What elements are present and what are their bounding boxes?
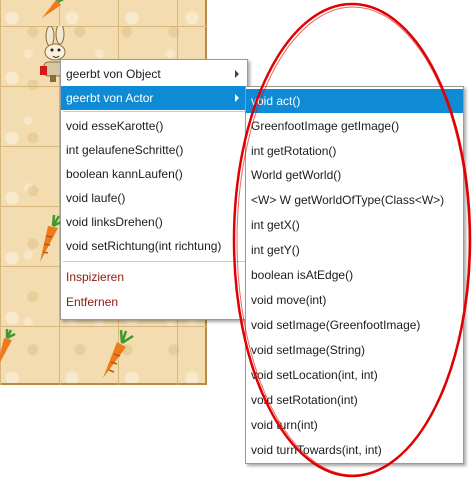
chevron-right-icon <box>235 94 239 102</box>
menu-item-inspect[interactable]: Inspizieren <box>61 265 247 289</box>
menu-item-set-location[interactable]: void setLocation(int, int) <box>246 363 463 387</box>
menu-item-inherited-object[interactable]: geerbt von Object <box>61 62 247 86</box>
menu-item-laufe[interactable]: void laufe() <box>61 186 247 210</box>
menu-item-kann-laufen[interactable]: boolean kannLaufen() <box>61 162 247 186</box>
grid-line <box>0 26 207 27</box>
menu-item-label: int getRotation() <box>251 144 337 158</box>
menu-item-label: Entfernen <box>66 295 119 309</box>
menu-item-label: void setImage(GreenfootImage) <box>251 318 421 332</box>
menu-item-get-world[interactable]: World getWorld() <box>246 163 463 187</box>
menu-item-label: void move(int) <box>251 293 327 307</box>
menu-item-turn-towards[interactable]: void turnTowards(int, int) <box>246 438 463 462</box>
menu-item-label: <W> W getWorldOfType(Class<W>) <box>251 193 445 207</box>
menu-item-set-rotation[interactable]: void setRotation(int) <box>246 388 463 412</box>
menu-item-label: void laufe() <box>66 191 126 205</box>
menu-item-set-image-greenfoot[interactable]: void setImage(GreenfootImage) <box>246 313 463 337</box>
actor-methods-submenu: void act() GreenfootImage getImage() int… <box>245 86 464 464</box>
chevron-right-icon <box>235 70 239 78</box>
menu-item-label: int getY() <box>251 243 300 257</box>
menu-item-move[interactable]: void move(int) <box>246 288 463 312</box>
menu-item-label: void act() <box>251 94 301 108</box>
menu-item-links-drehen[interactable]: void linksDrehen() <box>61 210 247 234</box>
menu-item-get-world-of-type[interactable]: <W> W getWorldOfType(Class<W>) <box>246 188 463 212</box>
menu-item-get-image[interactable]: GreenfootImage getImage() <box>246 114 463 138</box>
menu-item-label: boolean isAtEdge() <box>251 268 354 282</box>
menu-item-turn[interactable]: void turn(int) <box>246 413 463 437</box>
menu-item-label: boolean kannLaufen() <box>66 167 183 181</box>
menu-item-label: void setRotation(int) <box>251 393 358 407</box>
menu-item-label: void turn(int) <box>251 418 318 432</box>
menu-item-label: void setImage(String) <box>251 343 366 357</box>
grid-line <box>0 326 207 327</box>
menu-item-label: Inspizieren <box>66 270 125 284</box>
menu-item-is-at-edge[interactable]: boolean isAtEdge() <box>246 263 463 287</box>
carrot-icon[interactable] <box>0 328 18 372</box>
menu-item-get-y[interactable]: int getY() <box>246 238 463 262</box>
menu-item-label: GreenfootImage getImage() <box>251 119 400 133</box>
menu-item-label: void esseKarotte() <box>66 119 164 133</box>
carrot-icon[interactable] <box>36 0 66 20</box>
menu-item-set-richtung[interactable]: void setRichtung(int richtung) <box>61 234 247 258</box>
menu-item-label: void turnTowards(int, int) <box>251 443 382 457</box>
menu-item-label: void setRichtung(int richtung) <box>66 239 222 253</box>
menu-item-label: void linksDrehen() <box>66 215 163 229</box>
menu-separator <box>63 261 245 262</box>
menu-item-remove[interactable]: Entfernen <box>61 290 247 314</box>
menu-item-inherited-actor[interactable]: geerbt von Actor <box>61 86 247 110</box>
menu-item-get-x[interactable]: int getX() <box>246 213 463 237</box>
menu-item-esse-karotte[interactable]: void esseKarotte() <box>61 114 247 138</box>
carrot-icon[interactable] <box>95 328 135 380</box>
menu-item-label: World getWorld() <box>251 168 342 182</box>
menu-item-label: int getX() <box>251 218 300 232</box>
menu-item-gelaufene-schritte[interactable]: int gelaufeneSchritte() <box>61 138 247 162</box>
menu-item-label: geerbt von Object <box>66 67 161 81</box>
menu-item-label: void setLocation(int, int) <box>251 368 378 382</box>
actor-context-menu: geerbt von Object geerbt von Actor void … <box>60 59 248 320</box>
menu-item-label: int gelaufeneSchritte() <box>66 143 184 157</box>
menu-item-set-image-string[interactable]: void setImage(String) <box>246 338 463 362</box>
menu-item-label: geerbt von Actor <box>66 91 154 105</box>
menu-item-act[interactable]: void act() <box>246 89 463 113</box>
menu-item-get-rotation[interactable]: int getRotation() <box>246 139 463 163</box>
menu-separator <box>63 111 245 112</box>
